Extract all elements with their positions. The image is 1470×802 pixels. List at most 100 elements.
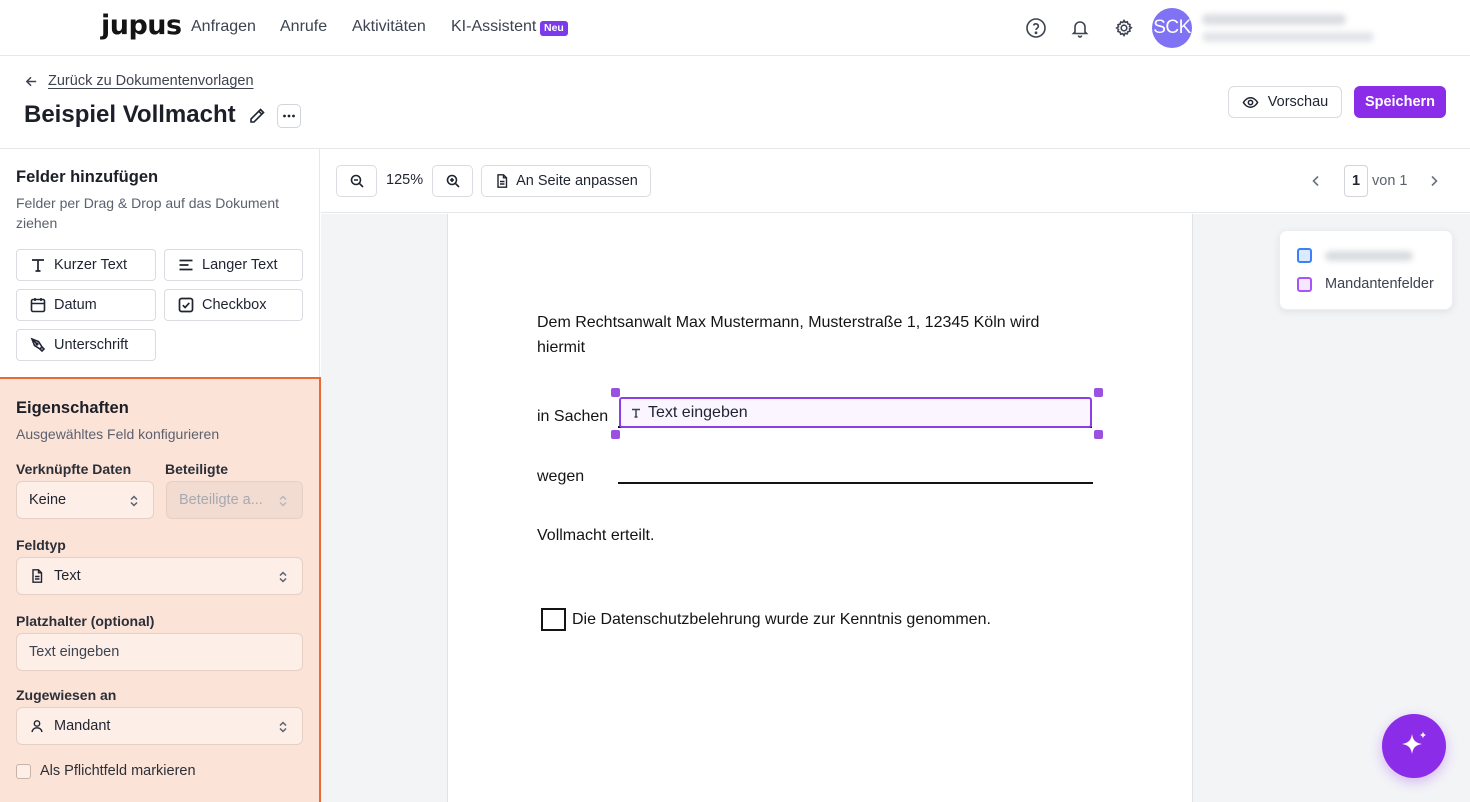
participants-value: Beteiligte a...	[179, 492, 263, 508]
document-line-2: hiermit	[537, 339, 586, 356]
nav-link-anfragen[interactable]: Anfragen	[191, 18, 256, 36]
resize-handle-bottom-right[interactable]	[1094, 430, 1103, 439]
field-type-label: Feldtyp	[16, 537, 66, 553]
add-long-text-button[interactable]: Langer Text	[164, 249, 303, 281]
new-badge: Neu	[540, 21, 568, 36]
fields-section-title: Felder hinzufügen	[16, 168, 159, 186]
document-line-1: Dem Rechtsanwalt Max Mustermann, Musters…	[537, 314, 1040, 331]
legend-label-blur	[1325, 250, 1413, 261]
add-date-button[interactable]: Datum	[16, 289, 156, 321]
field-legend: Mandantenfelder	[1279, 230, 1453, 310]
resize-handle-bottom-left[interactable]	[611, 430, 620, 439]
chevrons-up-down-icon	[279, 571, 287, 583]
nav-link-ki-assistent[interactable]: KI-Assistent	[451, 18, 536, 36]
field-type-select[interactable]: Text	[16, 557, 303, 595]
top-navigation: jupus Anfragen Anrufe Aktivitäten KI-Ass…	[0, 0, 1470, 56]
in-sachen-label: in Sachen	[537, 408, 609, 425]
linked-data-label: Verknüpfte Daten	[16, 461, 132, 477]
more-horizontal-icon	[283, 114, 295, 118]
eye-icon	[1242, 96, 1259, 108]
edit-title-button[interactable]	[245, 104, 269, 128]
user-icon	[31, 720, 43, 733]
field-type-value: Text	[54, 568, 81, 584]
resize-handle-top-left[interactable]	[611, 388, 620, 397]
page-title: Beispiel Vollmacht	[24, 101, 236, 128]
user-email-redacted	[1202, 32, 1374, 42]
legend-swatch-blue	[1297, 248, 1312, 263]
pencil-icon	[250, 108, 265, 123]
zoom-in-button[interactable]	[432, 165, 473, 197]
app-logo[interactable]: jupus	[101, 10, 182, 41]
vollmacht-text: Vollmacht erteilt.	[537, 527, 655, 544]
zoom-out-button[interactable]	[336, 165, 377, 197]
placeholder-input[interactable]: Text eingeben	[16, 633, 303, 671]
properties-subtitle: Ausgewähltes Feld konfigurieren	[16, 426, 220, 442]
long-text-label: Langer Text	[202, 257, 278, 273]
fit-page-button[interactable]: An Seite anpassen	[481, 165, 651, 197]
selected-text-field[interactable]: Text eingeben	[619, 397, 1092, 428]
checkbox-icon	[178, 297, 194, 313]
fit-page-label: An Seite anpassen	[516, 173, 638, 189]
ai-assistant-button[interactable]	[1382, 714, 1446, 778]
page-number-input[interactable]: 1	[1344, 165, 1368, 197]
page-total: von 1	[1372, 173, 1408, 189]
next-page-button[interactable]	[1426, 173, 1442, 189]
wegen-label: wegen	[537, 468, 585, 485]
help-icon[interactable]	[1024, 16, 1048, 40]
arrow-left-icon	[25, 76, 37, 86]
add-short-text-button[interactable]: Kurzer Text	[16, 249, 156, 281]
signature-label: Unterschrift	[54, 337, 129, 353]
document-checkbox	[541, 608, 566, 631]
privacy-checkbox-text: Die Datenschutzbelehrung wurde zur Kennt…	[572, 611, 991, 628]
legend-item-mandantenfelder: Mandantenfelder	[1297, 276, 1434, 292]
file-icon	[497, 174, 508, 188]
properties-title: Eigenschaften	[16, 399, 129, 417]
zoom-out-icon	[350, 174, 364, 188]
save-button[interactable]: Speichern	[1354, 86, 1446, 118]
resize-handle-top-right[interactable]	[1094, 388, 1103, 397]
text-icon	[632, 408, 640, 418]
text-field-placeholder: Text eingeben	[648, 403, 748, 421]
prev-page-button[interactable]	[1308, 173, 1324, 189]
document-page	[447, 214, 1193, 802]
back-link[interactable]: Zurück zu Dokumentenvorlagen	[24, 73, 254, 89]
text-icon	[32, 259, 44, 272]
preview-label: Vorschau	[1267, 94, 1329, 110]
bell-icon[interactable]	[1068, 16, 1092, 40]
fields-section-subtitle: Felder per Drag & Drop auf das Dokument …	[16, 195, 280, 231]
add-checkbox-button[interactable]: Checkbox	[164, 289, 303, 321]
assigned-value: Mandant	[54, 718, 111, 734]
participants-select[interactable]: Beteiligte a...	[166, 481, 303, 519]
chevrons-up-down-icon	[130, 495, 138, 507]
preview-button[interactable]: Vorschau	[1228, 86, 1342, 118]
checkbox-label: Checkbox	[202, 297, 267, 313]
nav-link-aktivitaeten[interactable]: Aktivitäten	[352, 18, 426, 36]
add-signature-button[interactable]: Unterschrift	[16, 329, 156, 361]
chevron-right-icon	[1431, 175, 1438, 187]
gear-icon[interactable]	[1112, 16, 1136, 40]
avatar[interactable]: SCK	[1152, 8, 1192, 48]
left-panel: Felder hinzufügen Felder per Drag & Drop…	[0, 149, 321, 802]
calendar-icon	[30, 298, 46, 313]
linked-data-select[interactable]: Keine	[16, 481, 154, 519]
file-text-icon	[32, 569, 43, 583]
assigned-label: Zugewiesen an	[16, 687, 117, 703]
short-text-label: Kurzer Text	[54, 257, 128, 273]
zoom-in-icon	[446, 174, 460, 188]
chevron-left-icon	[1312, 175, 1319, 187]
chevrons-up-down-icon	[279, 721, 287, 733]
required-label: Als Pflichtfeld markieren	[40, 763, 196, 779]
placeholder-label: Platzhalter (optional)	[16, 613, 155, 629]
nav-link-anrufe[interactable]: Anrufe	[280, 18, 327, 36]
assigned-select[interactable]: Mandant	[16, 707, 303, 745]
required-checkbox-row[interactable]: Als Pflichtfeld markieren	[16, 763, 196, 779]
legend-swatch-purple	[1297, 276, 1312, 292]
align-left-icon	[179, 259, 193, 271]
document-toolbar: 125% An Seite anpassen 1 von 1	[321, 149, 1470, 213]
more-options-button[interactable]	[277, 104, 301, 128]
properties-panel: Eigenschaften Ausgewähltes Feld konfigur…	[0, 377, 321, 802]
legend-item-redacted	[1297, 248, 1413, 263]
user-name-redacted	[1202, 14, 1346, 25]
participants-label: Beteiligte	[165, 461, 229, 477]
required-checkbox[interactable]	[16, 763, 31, 779]
